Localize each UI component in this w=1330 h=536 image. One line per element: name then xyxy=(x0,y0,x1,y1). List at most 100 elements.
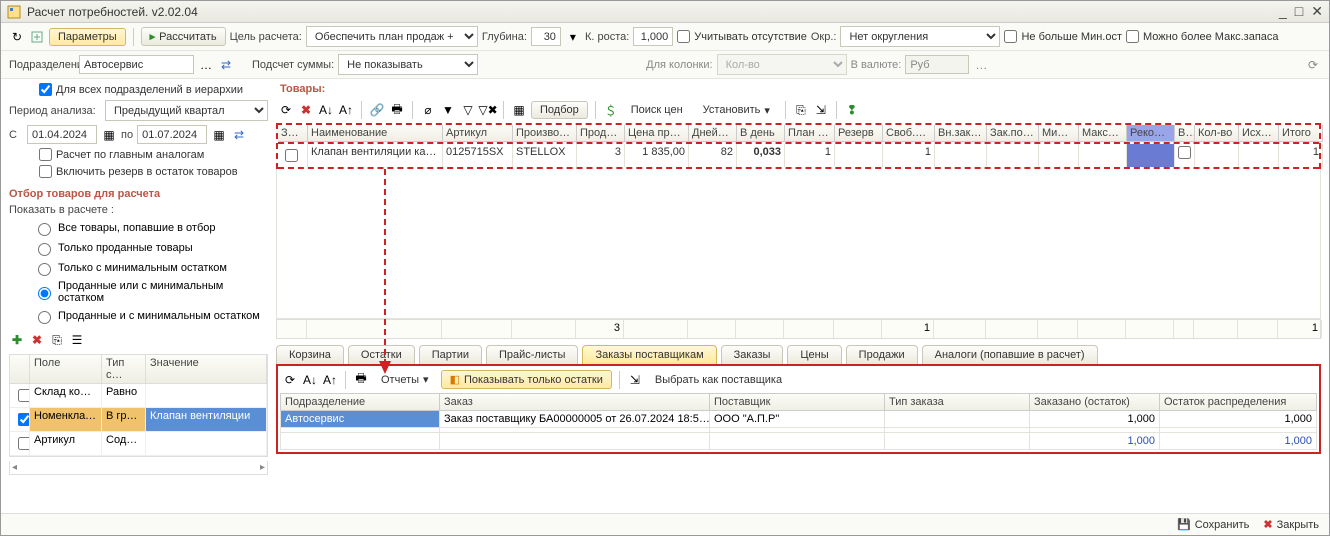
calendar-icon[interactable]: ▦ xyxy=(211,127,227,143)
col-recom[interactable]: Реком… xyxy=(1127,125,1175,142)
copy-filter-icon[interactable]: ⎘ xyxy=(49,332,65,348)
copy-icon[interactable]: ⎘ xyxy=(793,102,809,118)
date-swap-icon[interactable]: ⇄ xyxy=(231,127,247,143)
lcol-subdiv[interactable]: Подразделение xyxy=(280,393,440,411)
minimize-button[interactable]: _ xyxy=(1279,3,1287,20)
link-icon[interactable]: 🔗 xyxy=(369,102,385,118)
tab-stock[interactable]: Остатки xyxy=(348,345,415,364)
col-v[interactable]: В… xyxy=(1175,125,1195,142)
radio-sold-or-min[interactable]: Проданные или с минимальным остатком xyxy=(33,280,268,304)
only-rest-button[interactable]: ◧Показывать только остатки xyxy=(441,370,612,389)
calculate-button[interactable]: ▸Рассчитать xyxy=(141,27,226,46)
tab-pricelists[interactable]: Прайс-листы xyxy=(486,345,578,364)
radio-minstock[interactable]: Только с минимальным остатком xyxy=(33,260,268,276)
tab-batches[interactable]: Партии xyxy=(419,345,482,364)
lcol-order[interactable]: Заказ xyxy=(440,393,710,411)
all-subdiv-checkbox[interactable]: Для всех подразделений в иерархии xyxy=(39,83,268,96)
period-select[interactable]: Предыдущий квартал xyxy=(105,100,268,121)
col-name[interactable]: Наименование xyxy=(308,125,443,142)
col-src[interactable]: Исхо… xyxy=(1239,125,1279,142)
col-prod[interactable]: Производ… xyxy=(513,125,577,142)
export-icon[interactable] xyxy=(29,29,45,45)
tab-sales[interactable]: Продажи xyxy=(846,345,918,364)
filter-col-value[interactable]: Значение xyxy=(146,355,267,384)
depth-stepper[interactable]: ▾ xyxy=(565,29,581,45)
refresh-icon[interactable]: ↻ xyxy=(9,29,25,45)
tab-analogs[interactable]: Аналоги (попавшие в расчет) xyxy=(922,345,1098,364)
tab-orders[interactable]: Заказы xyxy=(721,345,784,364)
tab-supplier-orders[interactable]: Заказы поставщикам xyxy=(582,345,716,364)
col-qty[interactable]: Кол-во xyxy=(1195,125,1239,142)
lower-refresh-icon[interactable]: ⟳ xyxy=(282,372,298,388)
radio-all[interactable]: Все товары, попавшие в отбор xyxy=(33,220,268,236)
lcol-ordered[interactable]: Заказано (остаток) xyxy=(1030,393,1160,411)
row-checkbox[interactable] xyxy=(285,149,298,162)
main-analogs-checkbox[interactable]: Расчет по главным аналогам xyxy=(39,148,268,161)
lcol-rest[interactable]: Остаток распределения xyxy=(1160,393,1317,411)
reserve-checkbox[interactable]: Включить резерв в остаток товаров xyxy=(39,165,268,178)
pick-supplier-icon[interactable]: ⇲ xyxy=(627,372,643,388)
lower-sort-asc-icon[interactable]: A↓ xyxy=(302,372,318,388)
lower-print-icon[interactable]: 🖶 xyxy=(353,372,369,388)
growth-input[interactable] xyxy=(633,27,673,46)
calendar-icon[interactable]: ▦ xyxy=(101,127,117,143)
goal-select[interactable]: Обеспечить план продаж + мин xyxy=(306,26,478,47)
col-max[interactable]: Макс… xyxy=(1079,125,1127,142)
radio-sold[interactable]: Только проданные товары xyxy=(33,240,268,256)
lower-table-row[interactable]: Автосервис Заказ поставщику БА00000005 о… xyxy=(280,411,1317,428)
filter-col-field[interactable]: Поле xyxy=(30,355,102,384)
col-sold[interactable]: Прода… xyxy=(577,125,625,142)
sort-asc-icon[interactable]: A↓ xyxy=(318,102,334,118)
filter-on-icon[interactable]: ▼ xyxy=(440,102,456,118)
lcol-type[interactable]: Тип заказа xyxy=(885,393,1030,411)
absence-checkbox[interactable]: Учитывать отсутствие xyxy=(677,30,807,43)
depth-input[interactable] xyxy=(531,27,561,46)
subdiv-swap-icon[interactable]: ⇄ xyxy=(218,57,234,73)
col-reserve[interactable]: Резерв xyxy=(835,125,883,142)
money-icon[interactable]: ＄ xyxy=(603,102,619,118)
add-filter-icon[interactable]: ✚ xyxy=(9,332,25,348)
save-button[interactable]: 💾Сохранить xyxy=(1177,518,1249,531)
maxstock-checkbox[interactable]: Можно более Макс.запаса xyxy=(1126,30,1279,43)
funnel-clear-icon[interactable]: ▽✖ xyxy=(480,102,496,118)
col-po[interactable]: Зак.по… xyxy=(987,125,1039,142)
lcol-supplier[interactable]: Поставщик xyxy=(710,393,885,411)
set-button[interactable]: Установить ▾ xyxy=(695,102,778,119)
col-perday[interactable]: В день xyxy=(737,125,785,142)
row-v-checkbox[interactable] xyxy=(1178,146,1191,159)
col-inorder[interactable]: Вн.зак… xyxy=(935,125,987,142)
col-price[interactable]: Цена про… xyxy=(625,125,689,142)
col-min[interactable]: Ми… xyxy=(1039,125,1079,142)
close-button[interactable]: ✕ xyxy=(1311,3,1323,20)
filter-row[interactable]: Артикул Соде… xyxy=(10,432,267,456)
tab-basket[interactable]: Корзина xyxy=(276,345,344,364)
grid-delete-icon[interactable]: ✖ xyxy=(298,102,314,118)
sort-desc-icon[interactable]: A↑ xyxy=(338,102,354,118)
col-free[interactable]: Своб.о… xyxy=(883,125,935,142)
maximize-button[interactable]: □ xyxy=(1295,3,1303,20)
search-prices-button[interactable]: Поиск цен xyxy=(623,102,691,118)
filter-scrollbar[interactable]: ◂▸ xyxy=(9,461,268,475)
subdiv-input[interactable] xyxy=(79,55,194,74)
col-days[interactable]: Дней… xyxy=(689,125,737,142)
radio-sold-and-min[interactable]: Проданные и с минимальным остатком xyxy=(33,308,268,324)
filter-col-type[interactable]: Тип с… xyxy=(102,355,146,384)
col-total[interactable]: Итого xyxy=(1279,125,1323,142)
col-plan[interactable]: План п… xyxy=(785,125,835,142)
close-window-button[interactable]: ✖Закрыть xyxy=(1263,518,1319,531)
date-from-input[interactable] xyxy=(27,125,97,144)
filter-row[interactable]: Склад комп… Равно xyxy=(10,384,267,408)
podbor-button[interactable]: Подбор xyxy=(531,101,588,119)
round-select[interactable]: Нет округления xyxy=(840,26,1000,47)
reports-button[interactable]: Отчеты ▾ xyxy=(373,371,437,388)
remove-filter-icon[interactable]: ✖ xyxy=(29,332,45,348)
funnel-icon[interactable]: ▽ xyxy=(460,102,476,118)
date-to-input[interactable] xyxy=(137,125,207,144)
tab-prices[interactable]: Цены xyxy=(787,345,841,364)
reload-icon[interactable]: ⟳ xyxy=(1305,57,1321,73)
lower-sort-desc-icon[interactable]: A↑ xyxy=(322,372,338,388)
sum-select[interactable]: Не показывать xyxy=(338,54,478,75)
subdiv-pick-icon[interactable]: … xyxy=(198,57,214,73)
params-button[interactable]: Параметры xyxy=(49,28,126,46)
filter-off-icon[interactable]: ⌀ xyxy=(420,102,436,118)
